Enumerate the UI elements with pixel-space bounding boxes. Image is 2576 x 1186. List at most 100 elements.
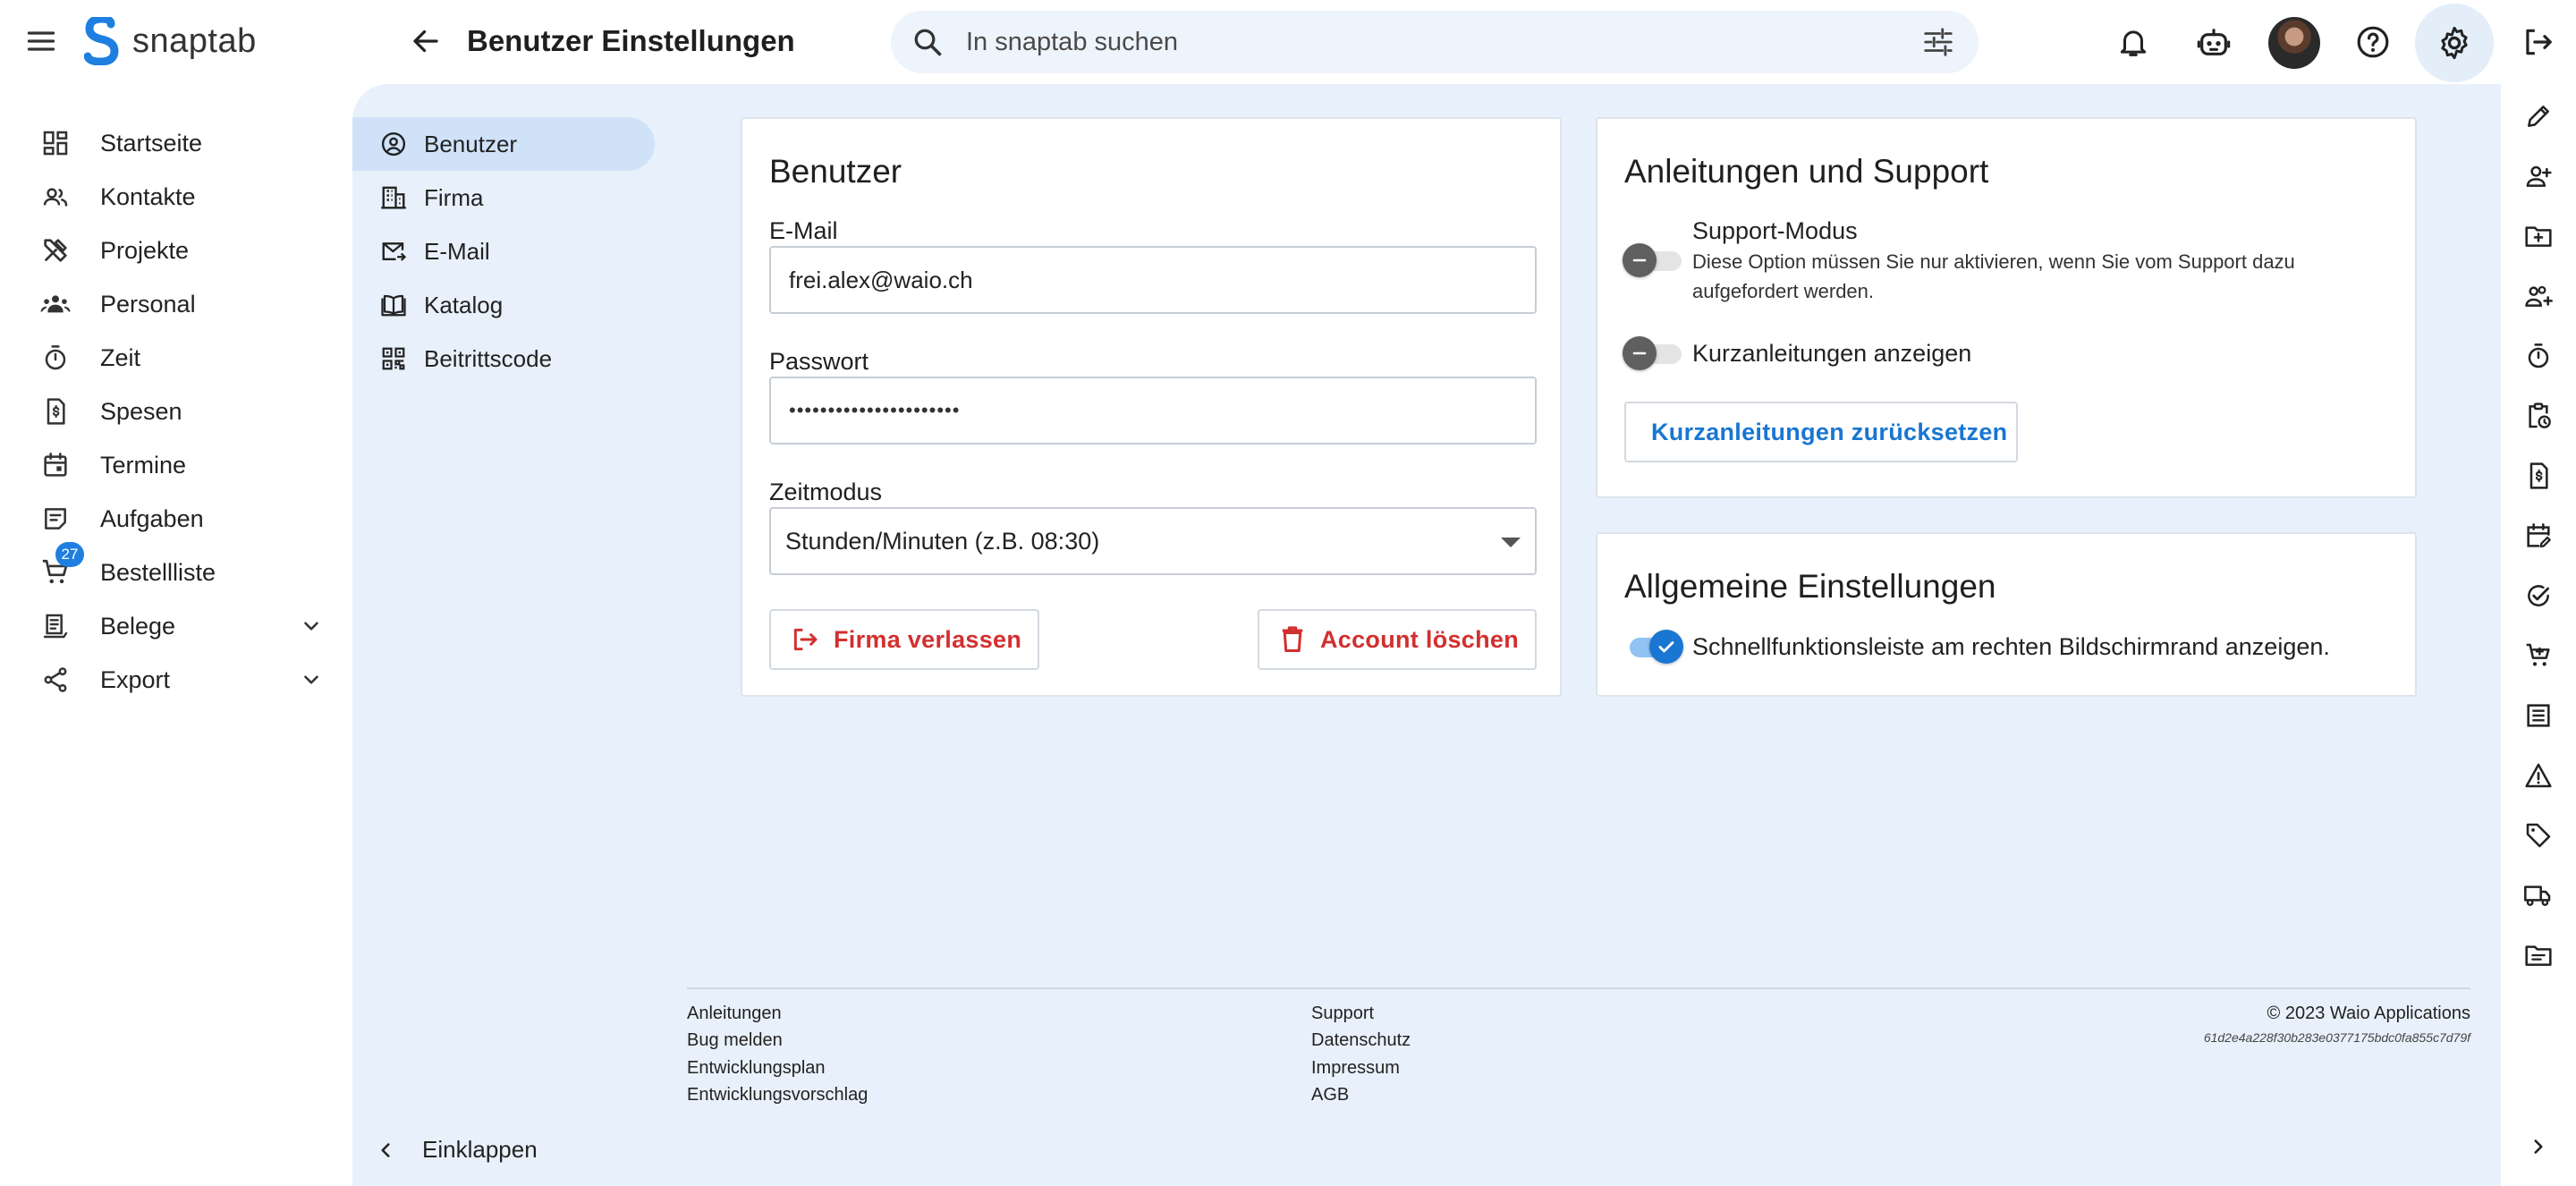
reset-quick-guides-button[interactable]: Kurzanleitungen zurücksetzen [1624,402,2018,462]
receipt-icon [36,606,75,646]
mail-icon [376,233,411,269]
sidebar-item-bestellliste[interactable]: 27 Bestellliste [0,542,352,599]
tag-icon[interactable] [2519,816,2558,855]
card-title: Allgemeine Einstellungen [1624,568,1996,605]
delete-account-button[interactable]: Account löschen [1258,609,1537,670]
help-icon[interactable] [2351,20,2395,64]
settings-tab-email[interactable]: E-Mail [352,224,655,278]
calendar-edit-icon[interactable] [2519,516,2558,555]
footer-link-entwicklungsplan[interactable]: Entwicklungsplan [687,1058,826,1079]
sidebar-item-label: Startseite [100,129,203,157]
add-to-cart-icon[interactable] [2519,636,2558,675]
sidebar-item-belege[interactable]: Belege [0,599,352,653]
user-avatar[interactable] [2268,17,2320,69]
support-mode-description: Diese Option müssen Sie nur aktivieren, … [1692,250,2295,302]
sidebar-item-termine[interactable]: Termine [0,438,352,492]
add-employee-icon[interactable] [2519,276,2558,316]
footer-link-anleitungen[interactable]: Anleitungen [687,1004,782,1024]
settings-tab-firma[interactable]: Firma [352,171,655,224]
sidebar-item-zeit[interactable]: Zeit [0,331,352,385]
email-field[interactable] [769,246,1537,314]
expense-receipt-icon[interactable] [2519,456,2558,496]
timer-icon [36,338,75,377]
timer-icon[interactable] [2519,336,2558,376]
footer-link-entwicklungsvorschlag[interactable]: Entwicklungsvorschlag [687,1085,868,1106]
sidebar-item-spesen[interactable]: Spesen [0,385,352,438]
footer-link-agb[interactable]: AGB [1311,1085,1349,1106]
time-mode-value: Stunden/Minuten (z.B. 08:30) [785,527,1100,555]
qr-code-icon [376,341,411,377]
check-icon [1649,630,1683,664]
settings-tab-label: Katalog [424,291,504,318]
toggle-minus-icon [1623,336,1657,370]
toggle-minus-icon [1623,243,1657,277]
add-contact-icon[interactable] [2519,157,2558,196]
sidebar-item-startseite[interactable]: Startseite [0,116,352,170]
sidebar-item-label: Termine [100,451,187,479]
chevron-down-icon[interactable] [295,664,327,696]
settings-tab-beitrittscode[interactable]: Beitrittscode [352,332,655,385]
new-folder-icon[interactable] [2519,216,2558,256]
user-settings-card: Benutzer E-Mail Passwort •••••••••••••••… [741,117,1562,697]
quickbar-label: Schnellfunktionsleiste am rechten Bildsc… [1692,633,2330,660]
contacts-icon [36,177,75,216]
settings-tab-label: Firma [424,183,484,211]
settings-tab-label: Benutzer [424,130,518,157]
time-mode-select[interactable]: Stunden/Minuten (z.B. 08:30) [769,507,1537,575]
copyright-text: © 2023 Waio Applications [2267,1004,2470,1023]
task-check-icon[interactable] [2519,576,2558,615]
chevron-right-icon[interactable] [2519,1127,2558,1166]
clipboard-clock-icon[interactable] [2519,396,2558,436]
sidebar-item-label: Personal [100,290,196,318]
footer-link-support[interactable]: Support [1311,1004,1374,1024]
back-arrow-icon[interactable] [404,20,447,63]
search-bar[interactable] [891,11,1979,73]
sidebar-item-kontakte[interactable]: Kontakte [0,170,352,224]
dashboard-icon [36,123,75,163]
list-document-icon[interactable] [2519,696,2558,735]
footer-link-bug-melden[interactable]: Bug melden [687,1030,783,1051]
robot-assistant-icon[interactable] [2191,20,2236,64]
logout-icon[interactable] [2515,20,2560,64]
support-card: Anleitungen und Support Support-Modus Di… [1596,117,2417,498]
sidebar-item-projekte[interactable]: Projekte [0,224,352,277]
edit-pencil-icon[interactable] [2519,97,2558,136]
support-mode-toggle[interactable] [1623,242,1685,278]
menu-icon[interactable] [20,20,63,63]
password-field[interactable]: •••••••••••••••••••••• [769,377,1537,445]
chevron-left-icon [374,1139,397,1162]
search-input[interactable] [966,27,1860,57]
app-logo[interactable]: snaptab [84,16,257,66]
book-icon [376,287,411,323]
settings-tab-benutzer[interactable]: Benutzer [352,117,655,171]
notification-bell-icon[interactable] [2111,20,2156,64]
email-input[interactable] [789,266,1477,294]
sidebar-item-aufgaben[interactable]: Aufgaben [0,492,352,546]
page-title: Benutzer Einstellungen [467,24,795,57]
settings-tab-katalog[interactable]: Katalog [352,278,655,332]
chevron-down-icon[interactable] [295,610,327,642]
quickbar-toggle[interactable] [1623,629,1685,665]
footer-divider [687,987,2470,989]
task-note-icon [36,499,75,538]
collapse-sidebar-button[interactable]: Einklappen [374,1136,538,1164]
filter-tune-icon[interactable] [1918,21,1959,63]
footer-link-impressum[interactable]: Impressum [1311,1058,1400,1079]
leave-company-button[interactable]: Firma verlassen [769,609,1039,670]
build-hash: 61d2e4a228f30b283e0377175bdc0fa855c7d79f [2203,1030,2470,1045]
reset-quick-guides-label: Kurzanleitungen zurücksetzen [1651,418,2008,445]
receipt-dollar-icon [36,392,75,431]
logout-icon [791,625,819,654]
quick-guides-toggle[interactable] [1623,335,1685,371]
footer-link-datenschutz[interactable]: Datenschutz [1311,1030,1411,1051]
settings-tab-label: Beitrittscode [424,344,553,372]
settings-gear-icon[interactable] [2415,4,2494,82]
sidebar-item-personal[interactable]: Personal [0,277,352,331]
warning-icon[interactable] [2519,756,2558,795]
sidebar-item-label: Projekte [100,236,190,264]
delivery-truck-icon[interactable] [2519,876,2558,915]
support-mode-title: Support-Modus [1692,217,1858,244]
sidebar-item-export[interactable]: Export [0,653,352,707]
folder-document-icon[interactable] [2519,936,2558,975]
search-icon[interactable] [907,21,948,63]
